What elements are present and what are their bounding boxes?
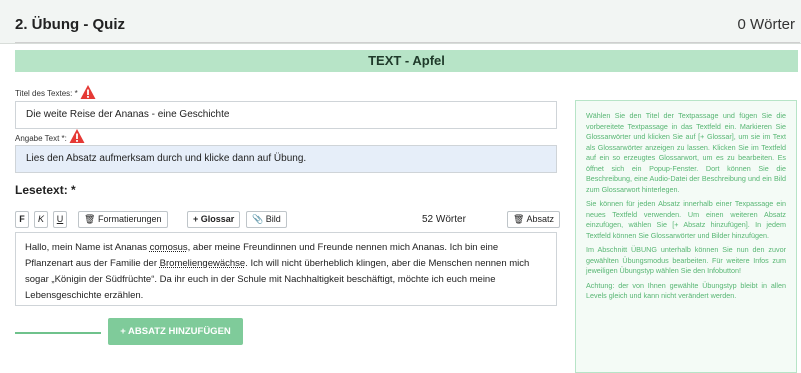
lesetext-heading: Lesetext: * — [15, 183, 76, 197]
page-header: 2. Übung - Quiz 0 Wörter — [0, 0, 801, 44]
delete-paragraph-label: Absatz — [526, 214, 554, 224]
warning-icon — [80, 85, 96, 99]
bold-button[interactable]: F — [15, 211, 29, 228]
header-divider — [15, 42, 800, 43]
image-button[interactable]: 📎 Bild — [246, 211, 287, 228]
help-paragraph: Sie können für jeden Absatz innerhalb ei… — [586, 199, 786, 240]
instruction-input[interactable]: Lies den Absatz aufmerksam durch und kli… — [15, 145, 557, 173]
title-label: Titel des Textes: * — [15, 89, 78, 98]
formatting-label: Formatierungen — [97, 214, 162, 224]
warning-icon — [69, 129, 85, 143]
help-panel: Wählen Sie den Titel der Textpassage und… — [575, 100, 797, 373]
help-paragraph: Wählen Sie den Titel der Textpassage und… — [586, 111, 786, 194]
glossary-word[interactable]: comosus — [150, 242, 188, 253]
green-divider — [15, 332, 101, 334]
image-label: Bild — [265, 214, 281, 224]
paragraph-word-count: 52 Wörter — [422, 214, 466, 225]
glossary-word[interactable]: Bromeliengewächse — [160, 258, 246, 269]
instruction-label: Angabe Text *: — [15, 134, 67, 143]
italic-button[interactable]: K — [34, 211, 48, 228]
editor-text: Hallo, mein Name ist Ananas — [25, 242, 150, 253]
formatting-button[interactable]: 🗑 Formatierungen — [78, 211, 168, 228]
underline-button[interactable]: U — [53, 211, 67, 228]
title-input[interactable]: Die weite Reise der Ananas - eine Geschi… — [15, 101, 557, 129]
lesetext-editor[interactable]: Hallo, mein Name ist Ananas comosus, abe… — [15, 232, 557, 306]
total-word-count: 0 Wörter — [737, 16, 795, 33]
glossary-button[interactable]: + Glossar — [187, 211, 241, 228]
help-paragraph: Achtung: der von Ihnen gewählte Übungsty… — [586, 280, 786, 301]
help-paragraph: Im Abschnitt ÜBUNG unterhalb können Sie … — [586, 245, 786, 275]
paperclip-icon: 📎 — [252, 214, 264, 224]
add-paragraph-button[interactable]: + ABSATZ HINZUFÜGEN — [108, 318, 243, 345]
section-title-bar: TEXT - Apfel — [15, 50, 798, 72]
trash-icon: 🗑 — [84, 214, 96, 224]
exercise-title: 2. Übung - Quiz — [15, 16, 125, 33]
trash-icon: 🗑 — [513, 214, 525, 224]
delete-paragraph-button[interactable]: 🗑 Absatz — [507, 211, 560, 228]
